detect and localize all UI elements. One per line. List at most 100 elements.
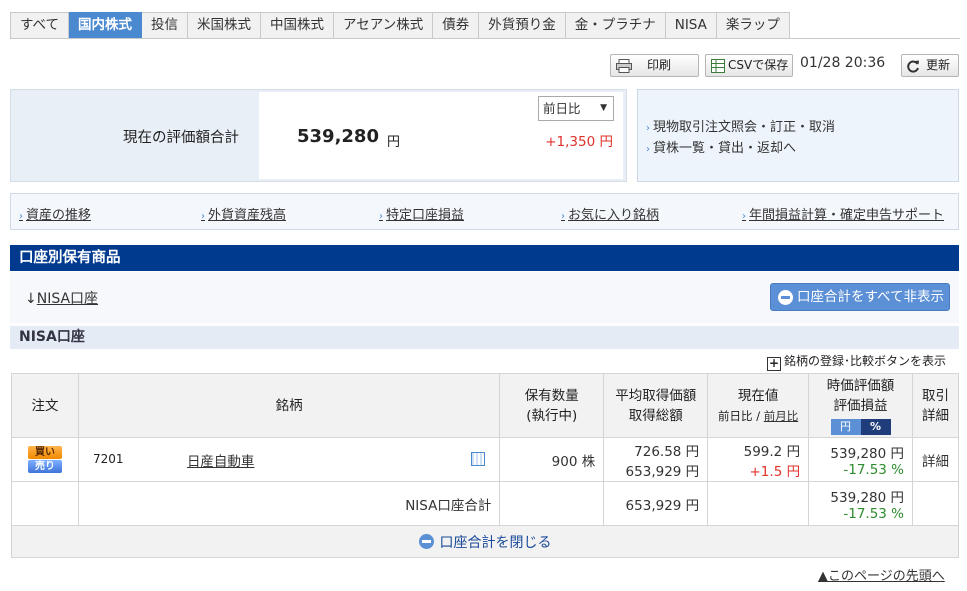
quick-links-panel: › 現物取引注文照会・訂正・取消 › 貸株一覧・貸出・返却へ <box>637 89 959 182</box>
refresh-button[interactable]: 更新 <box>901 54 959 77</box>
hide-all-totals-label: 口座合計をすべて非表示 <box>797 289 945 305</box>
subtotal-cost: 653,929 円 <box>603 481 709 526</box>
market-tabs: すべて 国内株式 投信 米国株式 中国株式 アセアン株式 債券 外貨預り金 金・プラチナ NISA… <box>10 12 790 39</box>
value-header-line1: 時価評価額 <box>826 377 895 394</box>
market-value: 539,280 円 <box>830 445 905 462</box>
qty-header-line1: 保有数量 <box>524 387 579 404</box>
stock-name-link[interactable]: 日産自動車 <box>187 450 255 470</box>
order-inquiry-link[interactable]: › 現物取引注文照会・訂正・取消 <box>646 116 835 135</box>
qty-cell: 900 株 <box>499 437 605 482</box>
compare-separator: / <box>756 408 761 423</box>
detail-cell: 詳細 <box>912 437 959 482</box>
specific-account-pl-label: 特定口座損益 <box>386 208 465 223</box>
close-totals-link[interactable]: 口座合計を閉じる <box>418 533 552 551</box>
asset-nav-bar: › 資産の推移 › 外貨資産残高 › 特定口座損益 › お気に入り銘柄 › 年間損益計算・… <box>10 193 959 230</box>
arrow-right-icon: › <box>646 144 650 155</box>
dropdown-arrow-icon: ▼ <box>600 103 607 113</box>
detail-header-line1: 取引 <box>922 387 949 404</box>
table-header-row: 注文 銘柄 保有数量 (執行中) 平均取得価額 取得総額 現在値 前日比 / 前月比… <box>11 373 959 438</box>
col-current-header: 現在値 前日比 / 前月比 <box>707 373 810 438</box>
current-header-line1: 現在値 <box>737 387 779 404</box>
plus-icon: + <box>767 356 781 371</box>
tab-3[interactable]: 米国株式 <box>188 12 262 39</box>
compare-period-value: 前日比 <box>543 101 581 116</box>
current-price: 599.2 円 <box>743 443 801 460</box>
tab-6[interactable]: 債券 <box>433 12 480 39</box>
show-register-compare-toggle[interactable]: + 銘柄の登録･比較ボタンを表示 <box>767 352 946 371</box>
asset-history-link[interactable]: › 資産の推移 <box>19 204 91 223</box>
sell-button[interactable]: 売り <box>27 460 62 473</box>
pl-percent: -17.53 % <box>843 461 905 478</box>
down-arrow-icon: ↓ <box>25 291 37 307</box>
arrow-right-icon: › <box>19 211 23 222</box>
nisa-account-jump-link[interactable]: ↓NISA口座 <box>25 288 98 308</box>
tab-7[interactable]: 外貨預り金 <box>479 12 566 39</box>
foreign-assets-label: 外貨資産残高 <box>208 208 287 223</box>
stock-lending-link[interactable]: › 貸株一覧・貸出・返却へ <box>646 137 796 156</box>
table-row: 買い 売り 7201 日産自動車 900 株 726.58 円 653,929 円… <box>11 437 959 482</box>
order-cell: 買い 売り <box>11 437 79 482</box>
col-value-header: 時価評価額 評価損益 円% <box>808 373 914 438</box>
page-top-link[interactable]: ▲このページの先頭へ <box>818 565 945 584</box>
valuation-label: 現在の評価額合計 <box>123 130 239 146</box>
tab-8[interactable]: 金・プラチナ <box>565 12 666 39</box>
minus-circle-icon <box>778 290 793 305</box>
arrow-right-icon: › <box>742 211 746 222</box>
stock-lending-label: 貸株一覧・貸出・返却へ <box>653 141 797 156</box>
total-cost: 653,929 円 <box>625 463 700 480</box>
print-button[interactable]: 印刷 <box>610 54 699 77</box>
specific-account-pl-link[interactable]: › 特定口座損益 <box>379 204 464 223</box>
tab-10[interactable]: 楽ラップ <box>716 12 790 39</box>
arrow-right-icon: › <box>646 123 650 134</box>
tab-5[interactable]: アセアン株式 <box>334 12 434 39</box>
value-header-line2: 評価損益 <box>833 397 888 414</box>
print-label: 印刷 <box>647 58 672 72</box>
buy-button[interactable]: 買い <box>27 446 62 459</box>
col-order-header: 注文 <box>11 373 79 438</box>
tax-support-link[interactable]: › 年間損益計算・確定申告サポート <box>742 204 944 223</box>
col-avg-header: 平均取得価額 取得総額 <box>603 373 709 438</box>
subtotal-detail-cell <box>912 481 959 526</box>
csv-save-button[interactable]: CSVで保存 <box>705 54 793 77</box>
arrow-right-icon: › <box>201 211 205 222</box>
toggle-yen-button[interactable]: 円 <box>830 418 861 435</box>
toggle-percent-button[interactable]: % <box>860 418 891 435</box>
minus-circle-icon <box>418 533 434 549</box>
tab-4[interactable]: 中国株式 <box>261 12 335 39</box>
month-compare-link[interactable]: 前月比 <box>764 409 799 423</box>
avg-header-line2: 取得総額 <box>628 407 683 424</box>
hide-all-totals-button[interactable]: 口座合計をすべて非表示 <box>770 283 950 311</box>
tax-support-label: 年間損益計算・確定申告サポート <box>749 208 945 223</box>
favorites-label: お気に入り銘柄 <box>568 208 660 223</box>
subtotal-row: NISA口座合計 653,929 円 539,280 円 -17.53 % <box>11 481 959 526</box>
arrow-right-icon: › <box>561 211 565 222</box>
tabs-divider <box>10 38 960 39</box>
col-name-header: 銘柄 <box>77 373 501 438</box>
unit-toggle: 円% <box>830 418 891 435</box>
tab-0[interactable]: すべて <box>10 12 70 39</box>
avg-price: 726.58 円 <box>634 443 700 460</box>
avg-header-line1: 平均取得価額 <box>615 387 697 404</box>
tab-1[interactable]: 国内株式 <box>69 12 143 39</box>
current-cell: 599.2 円 +1.5 円 <box>707 437 810 482</box>
foreign-assets-link[interactable]: › 外貨資産残高 <box>201 204 286 223</box>
day-change: +1.5 円 <box>749 463 801 480</box>
value-cell: 539,280 円 -17.53 % <box>808 437 914 482</box>
refresh-icon <box>907 59 920 80</box>
day-compare-label: 前日比 <box>718 408 753 423</box>
detail-link[interactable]: 詳細 <box>922 454 949 470</box>
valuation-unit: 円 <box>387 135 401 150</box>
tab-9[interactable]: NISA <box>665 12 717 39</box>
favorites-link[interactable]: › お気に入り銘柄 <box>561 204 659 223</box>
current-header-sub: 前日比 / 前月比 <box>708 406 808 426</box>
compare-period-select[interactable]: 前日比 ▼ <box>538 96 614 121</box>
nisa-account-heading: NISA口座 <box>10 326 959 349</box>
calculator-icon[interactable] <box>470 452 485 466</box>
subtotal-pl-percent: -17.53 % <box>843 505 905 522</box>
close-cell: 口座合計を閉じる <box>11 525 959 558</box>
qty-header-line2: (執行中) <box>526 407 578 424</box>
avg-cell: 726.58 円 653,929 円 <box>603 437 709 482</box>
tab-2[interactable]: 投信 <box>142 12 189 39</box>
subtotal-empty-cell <box>11 481 79 526</box>
subtotal-current-cell <box>707 481 810 526</box>
